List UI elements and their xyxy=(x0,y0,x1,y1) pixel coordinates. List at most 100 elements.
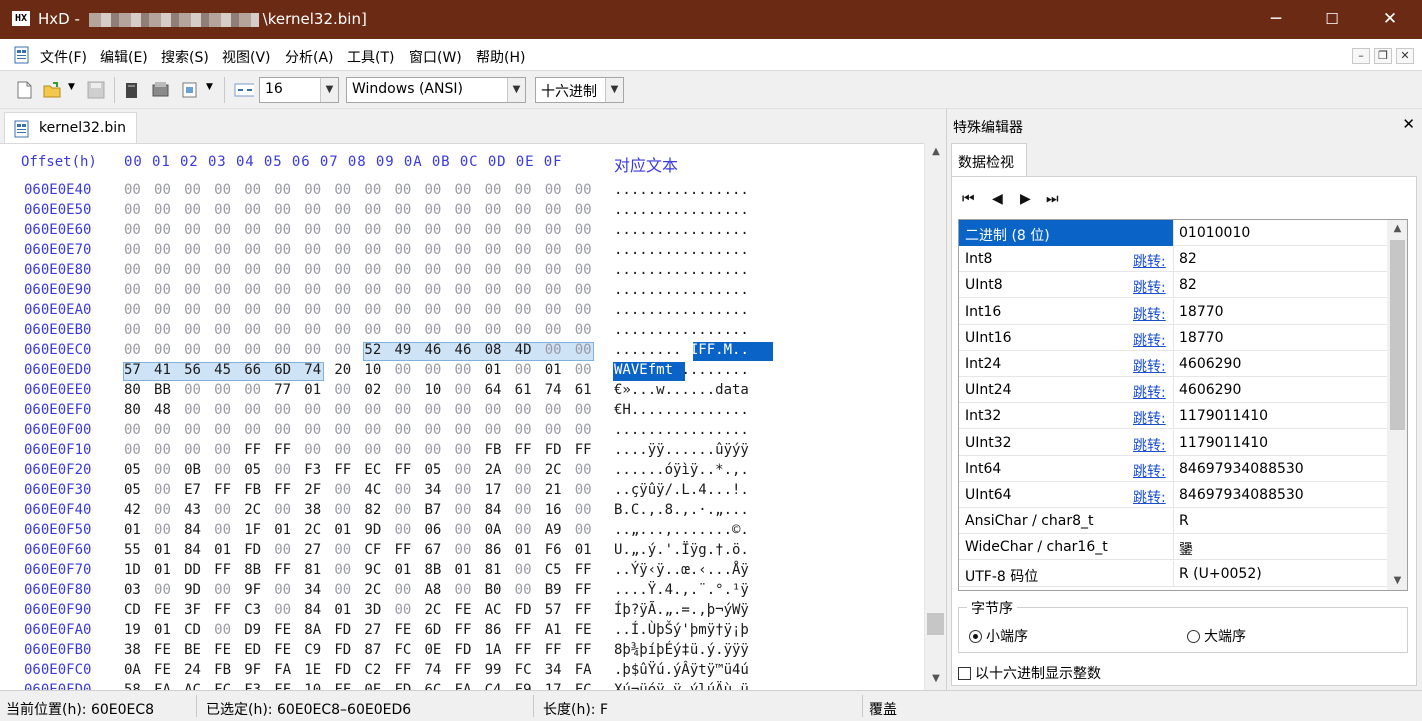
hex-byte[interactable]: A1 xyxy=(545,622,562,638)
hex-byte[interactable]: 00 xyxy=(154,322,171,338)
hex-byte[interactable]: 00 xyxy=(485,242,502,258)
hex-byte[interactable]: 00 xyxy=(455,222,472,238)
mdi-close-button[interactable]: ✕ xyxy=(1396,48,1414,64)
hex-byte[interactable]: 00 xyxy=(334,302,351,318)
hex-byte[interactable]: 00 xyxy=(425,202,442,218)
hex-byte[interactable]: 27 xyxy=(364,622,381,638)
save-icon[interactable] xyxy=(86,80,106,100)
hex-byte[interactable]: 00 xyxy=(214,622,231,638)
hex-byte[interactable]: 00 xyxy=(455,502,472,518)
hex-byte[interactable]: 10 xyxy=(304,682,321,690)
open-disk-icon[interactable] xyxy=(150,80,170,100)
menu-edit[interactable]: 编辑(E) xyxy=(100,47,148,67)
inspector-row[interactable]: UInt24 跳转: 4606290 xyxy=(959,377,1387,404)
hex-byte[interactable]: 00 xyxy=(364,422,381,438)
inspector-row[interactable]: Int16 跳转: 18770 xyxy=(959,298,1387,325)
big-endian-radio[interactable]: 大端序 xyxy=(1187,626,1246,646)
hex-byte[interactable]: 9C xyxy=(364,562,381,578)
hex-byte[interactable]: FF xyxy=(455,622,472,638)
chevron-down-icon[interactable]: ▼ xyxy=(320,78,338,102)
hex-byte[interactable]: FF xyxy=(394,462,411,478)
inspector-value[interactable]: 84697934088530 xyxy=(1179,461,1304,477)
hex-byte[interactable]: 00 xyxy=(154,342,171,358)
hex-byte[interactable]: 00 xyxy=(545,242,562,258)
open-dropdown-icon[interactable]: ▼ xyxy=(68,82,75,92)
hex-byte[interactable]: 00 xyxy=(455,282,472,298)
hex-byte[interactable]: 00 xyxy=(394,202,411,218)
hex-byte[interactable]: 00 xyxy=(304,342,321,358)
hex-byte[interactable]: 01 xyxy=(545,362,562,378)
hex-byte[interactable]: 00 xyxy=(485,402,502,418)
menu-tools[interactable]: 工具(T) xyxy=(347,47,394,67)
hex-byte[interactable]: 00 xyxy=(394,242,411,258)
hex-byte[interactable]: 00 xyxy=(575,242,592,258)
row-text[interactable]: ................ xyxy=(614,282,749,298)
hex-byte[interactable]: 00 xyxy=(364,402,381,418)
last-icon[interactable]: ⏭ xyxy=(1046,191,1059,207)
hex-byte[interactable]: 00 xyxy=(545,342,562,358)
hex-byte[interactable]: 6D xyxy=(425,622,442,638)
jump-link[interactable]: 跳转: xyxy=(1133,382,1166,402)
hex-byte[interactable]: 00 xyxy=(154,262,171,278)
hex-byte[interactable]: 01 xyxy=(154,542,171,558)
hex-byte[interactable]: FF xyxy=(274,482,291,498)
hex-byte[interactable]: 00 xyxy=(515,562,532,578)
hex-byte[interactable]: 42 xyxy=(124,502,141,518)
row-text[interactable]: ................ xyxy=(614,422,749,438)
hex-byte[interactable]: ED xyxy=(244,642,261,658)
hex-byte[interactable]: 2C xyxy=(244,502,261,518)
hex-byte[interactable]: 00 xyxy=(394,362,411,378)
hex-byte[interactable]: 00 xyxy=(184,422,201,438)
hex-byte[interactable]: 1A xyxy=(485,642,502,658)
hex-byte[interactable]: FF xyxy=(575,582,592,598)
hex-byte[interactable]: 00 xyxy=(244,222,261,238)
jump-link[interactable]: 跳转: xyxy=(1133,435,1166,455)
hex-byte[interactable]: B9 xyxy=(545,582,562,598)
hex-byte[interactable]: FF xyxy=(274,562,291,578)
hex-byte[interactable]: CD xyxy=(184,622,201,638)
hex-byte[interactable]: FB xyxy=(485,442,502,458)
hex-byte[interactable]: 00 xyxy=(274,302,291,318)
hex-byte[interactable]: 00 xyxy=(214,442,231,458)
hex-byte[interactable]: 61 xyxy=(575,382,592,398)
inspector-row[interactable]: AnsiChar / char8_t R xyxy=(959,508,1387,535)
inspector-row[interactable]: UInt32 跳转: 1179011410 xyxy=(959,429,1387,456)
hex-byte[interactable]: 00 xyxy=(515,502,532,518)
hex-byte[interactable]: 00 xyxy=(334,182,351,198)
hex-byte[interactable]: 00 xyxy=(304,282,321,298)
hex-byte[interactable]: 00 xyxy=(575,182,592,198)
hex-byte[interactable]: 01 xyxy=(334,602,351,618)
hex-byte[interactable]: 00 xyxy=(214,382,231,398)
hex-byte[interactable]: 84 xyxy=(485,502,502,518)
hex-byte[interactable]: 00 xyxy=(334,322,351,338)
hex-byte[interactable]: 00 xyxy=(124,202,141,218)
row-text[interactable]: €»...w......data xyxy=(614,382,749,398)
hex-byte[interactable]: 00 xyxy=(154,462,171,478)
hex-byte[interactable]: 00 xyxy=(364,282,381,298)
hex-byte[interactable]: 00 xyxy=(184,242,201,258)
hex-byte[interactable]: 00 xyxy=(515,182,532,198)
hex-byte[interactable]: 0A xyxy=(124,662,141,678)
hex-byte[interactable]: 1F xyxy=(244,522,261,538)
hex-byte[interactable]: 00 xyxy=(274,582,291,598)
hex-byte[interactable]: 2C xyxy=(304,522,321,538)
hex-byte[interactable]: 00 xyxy=(545,402,562,418)
hex-byte[interactable]: 00 xyxy=(394,522,411,538)
inspector-row[interactable]: UInt8 跳转: 82 xyxy=(959,272,1387,299)
hex-byte[interactable]: 00 xyxy=(394,422,411,438)
hex-byte[interactable]: FF xyxy=(274,682,291,690)
hex-byte[interactable]: FA xyxy=(455,682,472,690)
hex-byte[interactable]: 06 xyxy=(425,522,442,538)
hex-byte[interactable]: FA xyxy=(575,662,592,678)
hex-byte[interactable]: 00 xyxy=(214,522,231,538)
hex-byte[interactable]: 00 xyxy=(184,282,201,298)
hex-byte[interactable]: 00 xyxy=(364,182,381,198)
scroll-up-icon[interactable]: ▲ xyxy=(1387,220,1407,238)
hex-byte[interactable]: 00 xyxy=(124,282,141,298)
hex-byte[interactable]: 01 xyxy=(575,542,592,558)
hex-byte[interactable]: 00 xyxy=(515,522,532,538)
hex-byte[interactable]: 00 xyxy=(184,402,201,418)
hex-byte[interactable]: FF xyxy=(334,682,351,690)
hex-byte[interactable]: 00 xyxy=(394,502,411,518)
hex-byte[interactable]: 00 xyxy=(515,322,532,338)
